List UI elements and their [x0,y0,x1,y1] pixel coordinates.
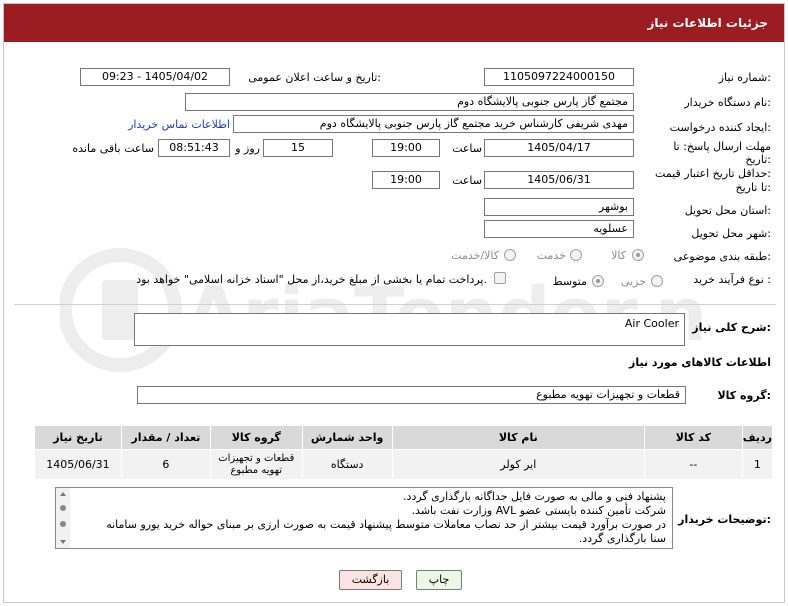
need-number-label: شماره نیاز: [718,71,771,84]
scroll-up-icon [60,492,66,496]
cell-unit: دستگاه [301,449,393,480]
goods-section-title: اطلاعات کالاهای مورد نیاز [629,356,771,369]
divider [14,304,776,305]
items-table: ردیف کد کالا نام کالا واحد شمارش گروه کا… [34,425,774,480]
price-validity-time-field: 19:00 [372,171,440,189]
announce-field: 1405/04/02 - 09:23 [80,68,230,86]
buyer-notes-scrollbar[interactable] [56,488,70,548]
buyer-contact-link[interactable]: اطلاعات تماس خریدار [128,118,230,131]
cell-group: قطعات و تجهیزات تهویه مطبوع [209,449,303,480]
buyer-org-label: نام دستگاه خریدار: [684,96,771,109]
col-unit: واحد شمارش [301,425,393,450]
cell-qty: 6 [120,449,211,480]
need-number-field: 1105097224000150 [484,68,634,86]
city-label: شهر محل تحویل: [691,227,771,240]
cell-name: ایر کولر [391,449,645,480]
treasury-payment-checkbox[interactable] [494,272,506,284]
col-name: نام کالا [391,425,645,450]
reply-days-label: روز و [235,142,260,155]
category-radio-service[interactable] [570,249,582,261]
col-date: تاریخ نیاز [34,425,122,450]
scroll-thumb-icon [60,521,66,527]
process-option-medium: متوسط [552,275,587,288]
category-label: طبقه بندی موضوعی: [673,250,771,263]
price-validity-time-label: ساعت [452,174,482,187]
reply-date-field: 1405/04/17 [484,139,634,157]
col-row: ردیف [741,425,774,450]
cell-code: -- [643,449,743,480]
buyer-notes-label: توضیحات خریدار: [678,513,771,526]
creator-label: ایجاد کننده درخواست: [669,121,771,134]
category-option-both: کالا/خدمت [451,249,499,262]
buyer-notes-line: شرکت تأمین کننده بایستی عضو AVL وزارت نف… [411,504,666,517]
buyer-notes-line: سنا بارگذاری گردد. [578,532,666,545]
col-group: گروه کالا [209,425,303,450]
col-code: کد کالا [643,425,743,450]
process-radio-minor[interactable] [651,275,663,287]
scroll-down-icon [60,540,66,544]
cell-date: 1405/06/31 [34,449,122,480]
city-field: عسلویه [484,220,634,238]
creator-field: مهدی شریفی کارشناس خرید مجتمع گاز پارس ج… [233,115,634,133]
process-label: نوع فرآیند خرید : [693,273,771,286]
table-row: 1 -- ایر کولر دستگاه قطعات و تجهیزات تهو… [34,449,774,480]
summary-label: شرح کلی نیاز: [692,321,771,334]
buyer-org-field: مجتمع گاز پارس جنوبی پالایشگاه دوم [185,93,634,111]
col-qty: تعداد / مقدار [120,425,211,450]
category-option-service: خدمت [536,249,566,262]
process-radio-medium[interactable] [592,275,604,287]
table-header-row: ردیف کد کالا نام کالا واحد شمارش گروه کا… [34,425,774,450]
page-title: جزئیات اطلاعات نیاز [4,4,784,42]
province-field: بوشهر [484,198,634,216]
remaining-time-label: ساعت باقی مانده [72,142,154,155]
reply-days-field: 15 [263,139,333,157]
category-option-goods: کالا [611,249,626,262]
reply-time-label: ساعت [452,142,482,155]
reply-time-field: 19:00 [372,139,440,157]
price-validity-date-field: 1405/06/31 [484,171,634,189]
goods-group-field: قطعات و تجهیزات تهویه مطبوع [137,386,686,404]
process-option-minor: جزیی [620,275,646,288]
summary-field: Air Cooler [134,313,685,346]
province-label: استان محل تحویل: [684,204,771,217]
reply-deadline-label-1: مهلت ارسال پاسخ: تا [673,140,771,153]
buyer-notes-line: پشنهاد فنی و مالی به صورت فایل جداگانه ب… [403,490,666,503]
price-validity-label-2: تا تاریخ: [735,181,771,194]
price-validity-label-1: حداقل تاریخ اعتبار قیمت: [655,167,771,180]
category-radio-both[interactable] [504,249,516,261]
buyer-notes-line: در صورت برآورد قیمت بیشتر از حد نصاب معا… [106,518,666,531]
buyer-notes-field: پشنهاد فنی و مالی به صورت فایل جداگانه ب… [55,487,673,549]
announce-label: تاریخ و ساعت اعلان عمومی: [248,71,381,84]
cell-row: 1 [741,449,774,480]
remaining-time-field: 08:51:43 [158,139,230,157]
print-button[interactable]: چاپ [416,570,462,590]
treasury-payment-note: پرداخت تمام یا بخشی از مبلغ خرید،از محل … [136,273,487,286]
scroll-thumb-icon [60,505,66,511]
category-radio-goods[interactable] [632,249,644,261]
goods-group-label: گروه کالا: [717,389,771,402]
reply-deadline-label-2: تاریخ: [745,153,771,166]
back-button[interactable]: بازگشت [339,570,402,590]
